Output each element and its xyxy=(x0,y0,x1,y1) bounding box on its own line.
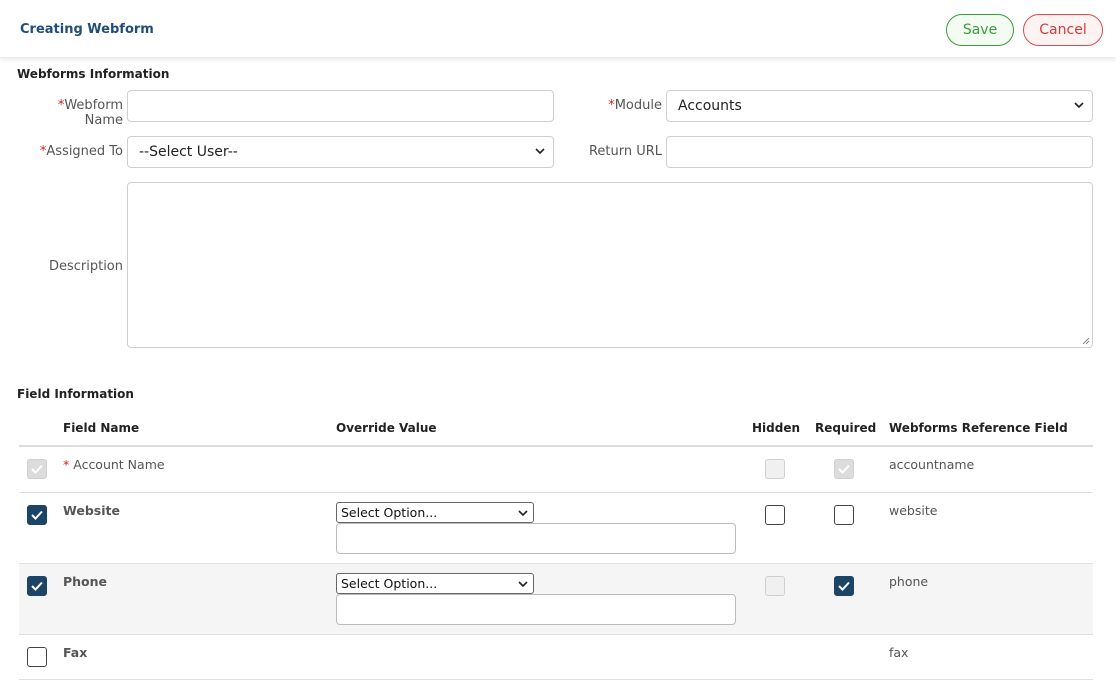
column-header-reference-field: Webforms Reference Field xyxy=(889,421,1068,435)
description-textarea[interactable] xyxy=(127,182,1093,348)
module-select-value: Accounts xyxy=(678,98,742,114)
field-information-heading: Field Information xyxy=(17,387,134,401)
check-icon xyxy=(31,464,43,474)
assigned-to-select[interactable]: --Select User-- xyxy=(127,136,554,168)
save-button[interactable]: Save xyxy=(946,14,1014,46)
table-header-divider xyxy=(19,445,1093,447)
required-checkbox-account-name xyxy=(834,459,854,479)
reference-field-phone: phone xyxy=(889,574,929,589)
override-select-phone[interactable]: Select Option... xyxy=(336,573,534,594)
module-select[interactable]: Accounts xyxy=(666,90,1093,122)
reference-field-account-name: accountname xyxy=(889,457,975,472)
assigned-to-label: *Assigned To xyxy=(39,144,123,159)
field-name-fax: Fax xyxy=(63,645,88,660)
field-name-account-name: * Account Name xyxy=(63,457,165,472)
required-checkbox-phone[interactable] xyxy=(834,576,854,596)
check-icon xyxy=(838,581,850,591)
chevron-down-icon xyxy=(518,581,528,588)
override-value-input-phone[interactable] xyxy=(336,594,736,625)
reference-field-website: website xyxy=(889,503,938,518)
webforms-information-heading: Webforms Information xyxy=(17,67,170,81)
hidden-checkbox-account-name xyxy=(765,459,785,479)
module-label: *Module xyxy=(608,98,662,113)
field-name-website: Website xyxy=(63,503,120,518)
column-header-hidden: Hidden xyxy=(752,421,801,435)
hidden-checkbox-phone xyxy=(765,576,785,596)
page-title: Creating Webform xyxy=(20,22,154,37)
override-select-value: Select Option... xyxy=(341,505,438,520)
assigned-to-select-value: --Select User-- xyxy=(139,144,238,160)
webform-name-input[interactable] xyxy=(127,90,554,122)
row-divider xyxy=(19,679,1093,680)
column-header-required: Required xyxy=(815,421,877,435)
chevron-down-icon xyxy=(518,510,528,517)
field-name-phone: Phone xyxy=(63,574,108,589)
row-select-checkbox-phone[interactable] xyxy=(27,576,47,596)
top-bar: Creating Webform Save Cancel xyxy=(0,0,1116,58)
row-divider xyxy=(19,634,1093,635)
check-icon xyxy=(31,510,43,520)
row-divider xyxy=(19,492,1093,493)
row-select-checkbox-account-name xyxy=(27,459,47,479)
check-icon xyxy=(838,464,850,474)
column-header-field-name: Field Name xyxy=(63,421,140,435)
reference-field-fax: fax xyxy=(889,645,909,660)
resize-grip-icon[interactable] xyxy=(1082,337,1090,345)
row-select-checkbox-fax[interactable] xyxy=(27,647,47,667)
cancel-button[interactable]: Cancel xyxy=(1023,14,1103,46)
return-url-input[interactable] xyxy=(666,136,1093,168)
hidden-checkbox-website[interactable] xyxy=(765,505,785,525)
required-checkbox-website[interactable] xyxy=(834,505,854,525)
check-icon xyxy=(31,581,43,591)
column-header-override-value: Override Value xyxy=(336,421,437,435)
override-value-input-website[interactable] xyxy=(336,523,736,554)
chevron-down-icon xyxy=(1074,102,1084,109)
chevron-down-icon xyxy=(535,148,545,155)
row-select-checkbox-website[interactable] xyxy=(27,505,47,525)
webform-name-label: *Webform Name xyxy=(57,98,123,128)
override-select-website[interactable]: Select Option... xyxy=(336,502,534,523)
description-label: Description xyxy=(48,259,123,274)
return-url-label: Return URL xyxy=(588,144,662,159)
override-select-value: Select Option... xyxy=(341,576,438,591)
required-marker: * xyxy=(63,457,74,472)
